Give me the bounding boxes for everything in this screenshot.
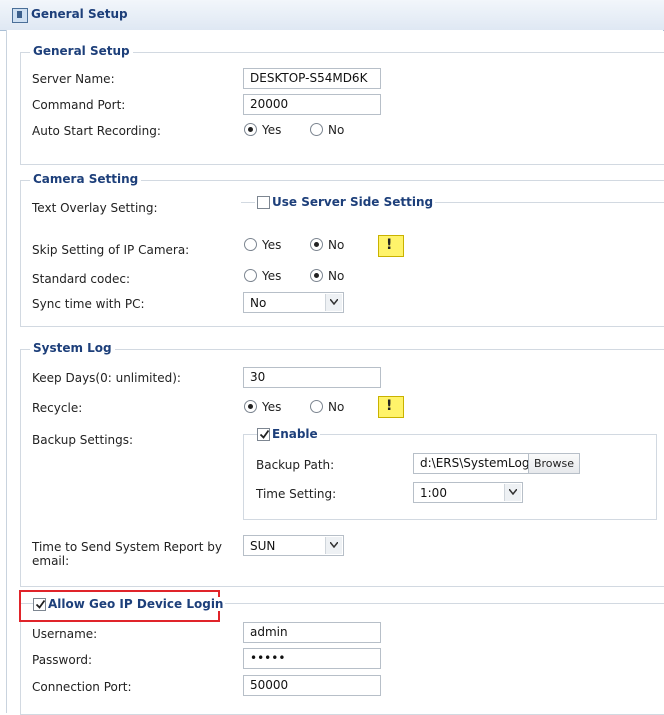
skip-ip-info-icon[interactable]: ! — [378, 235, 404, 257]
skip-ip-camera-label: Skip Setting of IP Camera: — [32, 243, 190, 257]
chevron-down-icon — [325, 537, 342, 554]
window-title: General Setup — [31, 7, 128, 21]
recycle-label: Recycle: — [32, 401, 83, 415]
skip-ip-no-radio[interactable] — [310, 238, 323, 251]
server-name-label: Server Name: — [32, 72, 115, 86]
sync-time-value: No — [250, 296, 267, 310]
server-name-field[interactable]: DESKTOP-S54MD6K — [243, 68, 381, 89]
skip-ip-yes-radio[interactable] — [244, 238, 257, 251]
auto-start-yes-radio[interactable] — [244, 123, 257, 136]
backup-settings-label: Backup Settings: — [32, 433, 134, 447]
setup-window-icon — [12, 8, 28, 23]
codec-yes-label: Yes — [262, 269, 282, 283]
backup-enable-checkbox[interactable] — [257, 428, 270, 441]
sync-time-label: Sync time with PC: — [32, 297, 145, 311]
auto-start-recording-label: Auto Start Recording: — [32, 124, 161, 138]
codec-no-label: No — [328, 269, 345, 283]
general-setup-legend: General Setup — [30, 44, 133, 58]
command-port-field[interactable]: 20000 — [243, 94, 381, 115]
keep-days-field[interactable]: 30 — [243, 367, 381, 388]
recycle-no-radio[interactable] — [310, 400, 323, 413]
system-report-select[interactable]: SUN — [243, 535, 344, 556]
standard-codec-label: Standard codec: — [32, 272, 130, 286]
recycle-yes-label: Yes — [262, 400, 282, 414]
text-overlay-label: Text Overlay Setting: — [32, 201, 158, 215]
skip-ip-no-label: No — [328, 238, 345, 252]
auto-start-yes-label: Yes — [262, 123, 282, 137]
geo-ip-legend: Allow Geo IP Device Login — [46, 597, 226, 611]
auto-start-no-radio[interactable] — [310, 123, 323, 136]
connection-port-label: Connection Port: — [32, 680, 132, 694]
time-setting-select[interactable]: 1:00 — [413, 482, 523, 503]
keep-days-label: Keep Days(0: unlimited): — [32, 371, 181, 385]
username-field[interactable]: admin — [243, 622, 381, 643]
connection-port-field[interactable]: 50000 — [243, 675, 381, 696]
auto-start-no-label: No — [328, 123, 345, 137]
username-label: Username: — [32, 627, 98, 641]
codec-yes-radio[interactable] — [244, 269, 257, 282]
skip-ip-yes-label: Yes — [262, 238, 282, 252]
system-log-legend: System Log — [30, 341, 115, 355]
camera-setting-legend: Camera Setting — [30, 172, 142, 186]
command-port-label: Command Port: — [32, 98, 126, 112]
codec-no-radio[interactable] — [310, 269, 323, 282]
backup-path-label: Backup Path: — [256, 458, 335, 472]
chevron-down-icon — [325, 294, 342, 311]
overlay-divider-right — [410, 202, 664, 203]
time-setting-value: 1:00 — [420, 486, 447, 500]
use-server-side-checkbox[interactable] — [257, 196, 270, 209]
window-title-bar: General Setup — [0, 0, 664, 31]
sync-time-select[interactable]: No — [243, 292, 344, 313]
system-report-label: Time to Send System Report by email: — [32, 540, 222, 568]
time-setting-label: Time Setting: — [256, 487, 337, 501]
backup-enable-label: Enable — [270, 427, 320, 441]
recycle-info-icon[interactable]: ! — [378, 396, 404, 418]
backup-path-field[interactable]: d:\ERS\SystemLog — [413, 453, 529, 474]
password-label: Password: — [32, 653, 93, 667]
chevron-down-icon — [504, 484, 521, 501]
system-report-value: SUN — [250, 539, 276, 553]
recycle-no-label: No — [328, 400, 345, 414]
overlay-divider-left — [241, 202, 255, 203]
geo-ip-checkbox[interactable] — [33, 598, 46, 611]
password-field[interactable]: ••••• — [243, 648, 381, 669]
use-server-side-label: Use Server Side Setting — [270, 195, 436, 209]
recycle-yes-radio[interactable] — [244, 400, 257, 413]
browse-button[interactable]: Browse — [528, 453, 580, 474]
backup-settings-group — [243, 434, 657, 520]
